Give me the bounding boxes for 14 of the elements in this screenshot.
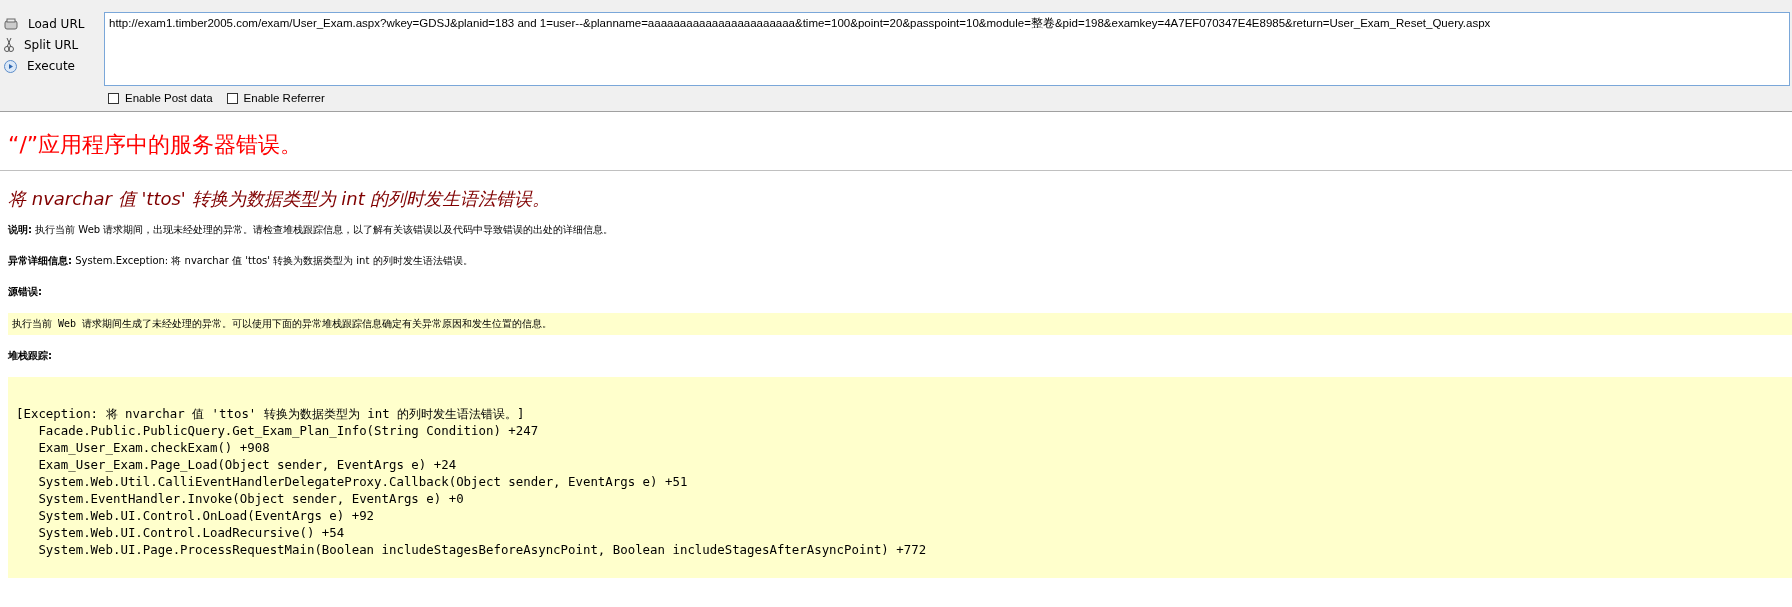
stack-trace-block: [Exception: 将 nvarchar 值 'ttos' 转换为数据类型为 int 的列时发生语法错误。] Facade.Public.PublicQuery.Get_Exam_Plan_Info(String Condition) +247 Exam_User_Exam.checkExam() +908 Exam_User_Exam.Page_Load(Object sender, EventArgs e) +24 System.Web.Util.CalliEventHandlerDelegateProxy.Callback(Object sender, EventArgs e) +51 System.EventHandler.Invoke(Object sender, EventArgs e) +0 System.Web.UI.Control.OnLoad(EventArgs e) +92 System.Web.UI.Control.LoadRecursive() +54 System.Web.UI.Page.ProcessRequestMain(Boolean includeStagesBeforeAsyncPoint, Boolean includeStagesAfterAsyncPoint) +772 — [8, 377, 1792, 578]
source-error-text: 执行当前 Web 请求期间生成了未经处理的异常。可以使用下面的异常堆栈跟踪信息确定有关异常原因和发生位置的信息。 — [8, 313, 1792, 335]
exception-details-text: 异常详细信息: System.Exception: 将 nvarchar 值 'ttos' 转换为数据类型为 int 的列时发生语法错误。 — [8, 254, 474, 268]
toolbar-button[interactable]: Split URL — [0, 35, 100, 55]
error-title: “/”应用程序中的服务器错误。 — [8, 131, 304, 159]
toolbar-button[interactable]: Load URL — [0, 14, 100, 34]
toolbar-button[interactable]: Execute — [0, 56, 100, 76]
option-label[interactable]: Enable Referrer — [226, 92, 325, 104]
error-subtitle: 将 nvarchar 值 'ttos' 转换为数据类型为 int 的列时发生语法错误。 — [8, 187, 552, 211]
url-field[interactable]: http://exam1.timber2005.com/exam/User_Exam.aspx?wkey=GDSJ&planid=183 and 1=user--&planname=aaaaaaaaaaaaaaaaaaaaaaa&time=100&point=20&passpoint=10&module=整卷&pid=198&examkey=4A7EF070347E4E8985&return=User_Exam_Reset_Query.aspx — [104, 12, 1790, 86]
section-heading: 堆栈跟踪: — [8, 349, 53, 363]
section-heading: 源错误: — [8, 285, 43, 299]
option-label[interactable]: Enable Post data — [108, 92, 213, 104]
description-text: 说明: 执行当前 Web 请求期间，出现未经处理的异常。请检查堆栈跟踪信息，以了解有关该错误以及代码中导致错误的出处的详细信息。 — [8, 223, 615, 237]
